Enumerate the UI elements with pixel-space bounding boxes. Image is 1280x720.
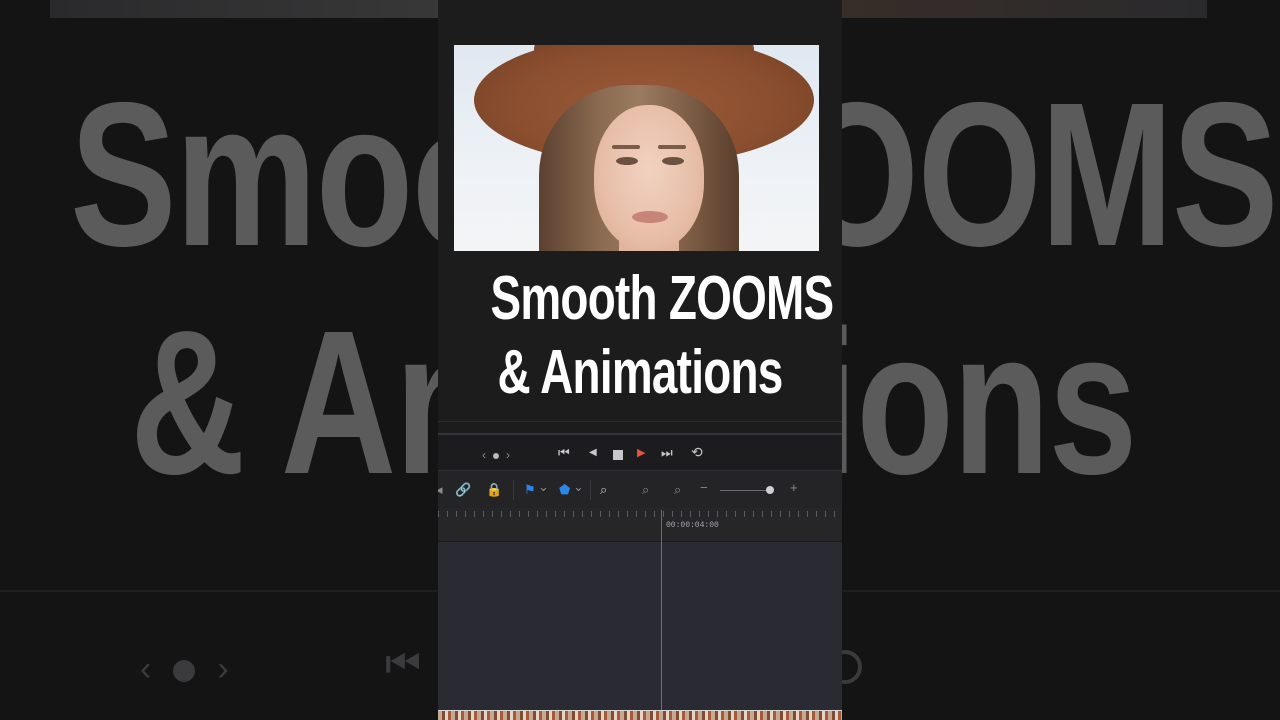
right-eye: [662, 157, 684, 165]
timecode-label: 00:00:04:00: [666, 521, 719, 530]
flag-icon[interactable]: ⚑: [524, 483, 536, 496]
link-icon[interactable]: 🔗: [455, 483, 471, 496]
loop-icon[interactable]: ⟲: [691, 445, 703, 459]
zoom-slider-knob[interactable]: [766, 486, 774, 494]
marker-icon[interactable]: ⬟: [559, 483, 570, 496]
timeline-ruler[interactable]: 00:00:04:00: [438, 508, 842, 542]
right-brow: [658, 145, 686, 149]
prev-clip-icon[interactable]: ‹: [482, 448, 486, 462]
zoom-detail-icon[interactable]: ⌕: [642, 483, 649, 496]
background-nav: ‹ ›: [140, 650, 229, 688]
title-line2: & Animations: [497, 338, 783, 407]
zoom-in-icon[interactable]: +: [790, 481, 798, 494]
title-line1: Smooth ZOOMS: [490, 264, 835, 333]
editor-panel: Smooth ZOOMS & Animations ‹ › ⏮ ◀ ▶ ⏭ ⟲ ◂…: [438, 0, 842, 720]
chevron-down-icon[interactable]: ⌄: [573, 480, 584, 493]
ruler-ticks: [438, 511, 842, 517]
step-back-icon[interactable]: ◀: [589, 448, 597, 458]
zoom-slider[interactable]: [720, 490, 772, 491]
zoom-out-icon[interactable]: −: [700, 481, 708, 494]
video-viewer[interactable]: [454, 45, 819, 251]
background-skip-icon: ⏮: [385, 642, 421, 686]
clip-navigator: ‹ ›: [482, 448, 510, 462]
chevron-down-icon[interactable]: ⌄: [538, 480, 549, 493]
clip-thumbnails-strip[interactable]: [438, 710, 842, 720]
lock-icon[interactable]: 🔒: [486, 483, 502, 496]
skip-forward-icon[interactable]: ⏭: [661, 446, 673, 459]
timeline-tracks[interactable]: [438, 542, 842, 710]
separator: [590, 480, 591, 500]
separator: [513, 480, 514, 500]
play-icon[interactable]: ▶: [637, 448, 645, 459]
lips: [632, 211, 668, 223]
stop-icon[interactable]: [613, 450, 623, 460]
face: [594, 105, 704, 250]
divider: [438, 433, 842, 435]
skip-back-icon[interactable]: ⏮: [558, 446, 570, 459]
left-eye: [616, 157, 638, 165]
partial-tool-icon[interactable]: ◂: [438, 483, 443, 496]
divider: [438, 421, 842, 422]
zoom-full-icon[interactable]: ⌕: [600, 483, 607, 496]
zoom-custom-icon[interactable]: ⌕: [674, 483, 681, 496]
transport-bar: ‹ › ⏮ ◀ ▶ ⏭ ⟲: [438, 436, 842, 470]
playhead[interactable]: [661, 510, 662, 710]
left-brow: [612, 145, 640, 149]
timeline-toolbar: ◂ 🔗 🔒 ⚑ ⌄ ⬟ ⌄ ⌕ ⌕ ⌕ − +: [438, 470, 842, 509]
clip-dot: [493, 452, 499, 459]
next-clip-icon[interactable]: ›: [506, 448, 510, 462]
